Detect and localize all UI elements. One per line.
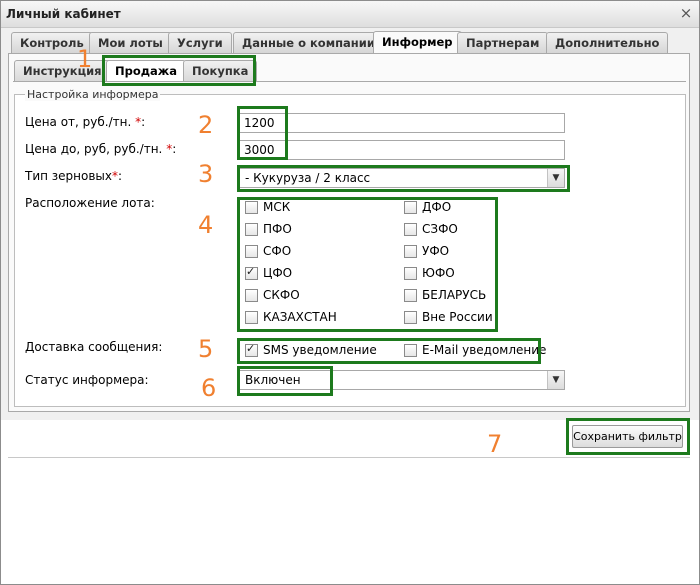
marker-5: 5 — [198, 335, 214, 363]
close-icon[interactable]: × — [679, 6, 693, 21]
checkbox-label: БЕЛАРУСЬ — [422, 288, 487, 302]
checkbox-label: ЦФО — [263, 266, 293, 280]
grain-type-label-text: Тип зерновых — [25, 169, 113, 183]
location-checkbox-belarus[interactable]: БЕЛАРУСЬ — [404, 288, 486, 302]
marker-1: 1 — [77, 45, 93, 73]
price-from-label: Цена от, руб./тн. *: — [25, 115, 145, 129]
location-checkbox-dfo[interactable]: ДФО — [404, 200, 451, 214]
checkbox-label: E-Mail уведомление — [422, 343, 547, 357]
location-checkbox-kazakhstan[interactable]: КАЗАХСТАН — [245, 310, 337, 324]
title-bar: Личный кабинет × — [1, 1, 699, 28]
checkbox-label: СЗФО — [422, 222, 458, 236]
checkbox-label: Вне России — [422, 310, 493, 324]
chevron-down-icon[interactable]: ▼ — [547, 169, 564, 187]
status-select[interactable]: Включен ▼ — [239, 370, 565, 390]
checkbox-label: СФО — [263, 244, 292, 258]
location-label: Расположение лота: — [25, 196, 155, 210]
footer-divider — [8, 457, 690, 458]
checkbox-box-checked[interactable] — [245, 265, 258, 280]
marker-6: 6 — [201, 374, 217, 402]
location-checkbox-cfo[interactable]: ЦФО — [245, 265, 293, 280]
window-title: Личный кабинет — [6, 7, 121, 21]
tab-company-data[interactable]: Данные о компании — [233, 32, 384, 53]
location-checkbox-ufo[interactable]: УФО — [404, 244, 449, 258]
price-to-label: Цена до, руб, руб./тн. *: — [25, 142, 176, 156]
tab-services[interactable]: Услуги — [168, 32, 232, 53]
colon: : — [141, 115, 146, 129]
price-to-input[interactable] — [239, 140, 565, 160]
checkbox-label: МСК — [263, 200, 291, 214]
checkbox-box[interactable] — [404, 222, 417, 236]
checkbox-box[interactable] — [245, 222, 258, 236]
checkbox-label: SMS уведомление — [263, 343, 377, 357]
location-checkbox-szfo[interactable]: СЗФО — [404, 222, 458, 236]
checkbox-box[interactable] — [404, 244, 417, 258]
status-label: Статус информера: — [25, 373, 149, 387]
checkbox-box[interactable] — [404, 310, 417, 324]
subtab-divider — [13, 81, 686, 82]
tab-additional[interactable]: Дополнительно — [546, 32, 669, 53]
marker-2: 2 — [198, 111, 214, 139]
subtab-purchase[interactable]: Покупка — [183, 60, 258, 81]
checkbox-box[interactable] — [404, 288, 417, 302]
subtab-sale[interactable]: Продажа — [106, 60, 187, 81]
grain-type-select[interactable]: - Кукуруза / 2 класс ▼ — [239, 168, 565, 188]
fieldset-legend: Настройка информера — [25, 88, 161, 101]
marker-4: 4 — [198, 211, 214, 239]
checkbox-label: ДФО — [422, 200, 452, 214]
location-checkbox-msk[interactable]: МСК — [245, 200, 290, 214]
save-filter-button[interactable]: Сохранить фильтр — [572, 425, 683, 448]
subtab-instruction[interactable]: Инструкция — [14, 60, 111, 81]
tab-partners[interactable]: Партнерам — [457, 32, 549, 53]
price-from-input[interactable] — [239, 113, 565, 133]
location-checkbox-yufo[interactable]: ЮФО — [404, 266, 455, 280]
chevron-down-icon[interactable]: ▼ — [547, 371, 564, 389]
delivery-email-checkbox[interactable]: E-Mail уведомление — [404, 343, 546, 357]
checkbox-label: УФО — [422, 244, 450, 258]
tab-informer[interactable]: Информер — [373, 31, 462, 54]
checkbox-box-checked[interactable] — [245, 342, 258, 357]
delivery-label: Доставка сообщения: — [25, 340, 163, 354]
price-to-label-text: Цена до, руб, руб./тн. — [25, 142, 163, 156]
checkbox-box[interactable] — [404, 343, 417, 357]
checkbox-box[interactable] — [404, 200, 417, 214]
location-checkbox-pfo[interactable]: ПФО — [245, 222, 292, 236]
checkbox-box[interactable] — [245, 310, 258, 324]
checkbox-box[interactable] — [245, 244, 258, 258]
status-value: Включен — [245, 373, 301, 387]
personal-cabinet-window: Личный кабинет × Контроль Мои лоты Услуг… — [0, 0, 700, 585]
price-from-label-text: Цена от, руб./тн. — [25, 115, 132, 129]
location-checkbox-skfo[interactable]: СКФО — [245, 288, 300, 302]
grain-type-label: Тип зерновых*: — [25, 169, 122, 183]
checkbox-box[interactable] — [404, 266, 417, 280]
checkbox-box[interactable] — [245, 288, 258, 302]
grain-type-value: - Кукуруза / 2 класс — [245, 171, 371, 185]
checkbox-label: ЮФО — [422, 266, 455, 280]
checkbox-label: СКФО — [263, 288, 300, 302]
marker-7: 7 — [487, 430, 503, 458]
marker-3: 3 — [198, 160, 214, 188]
delivery-sms-checkbox[interactable]: SMS уведомление — [245, 342, 377, 357]
tab-my-lots[interactable]: Мои лоты — [89, 32, 172, 53]
colon: : — [118, 169, 123, 183]
location-checkbox-outside-russia[interactable]: Вне России — [404, 310, 493, 324]
checkbox-label: КАЗАХСТАН — [263, 310, 337, 324]
checkbox-box[interactable] — [245, 200, 258, 214]
colon: : — [172, 142, 177, 156]
checkbox-label: ПФО — [263, 222, 292, 236]
location-checkbox-sfo[interactable]: СФО — [245, 244, 291, 258]
